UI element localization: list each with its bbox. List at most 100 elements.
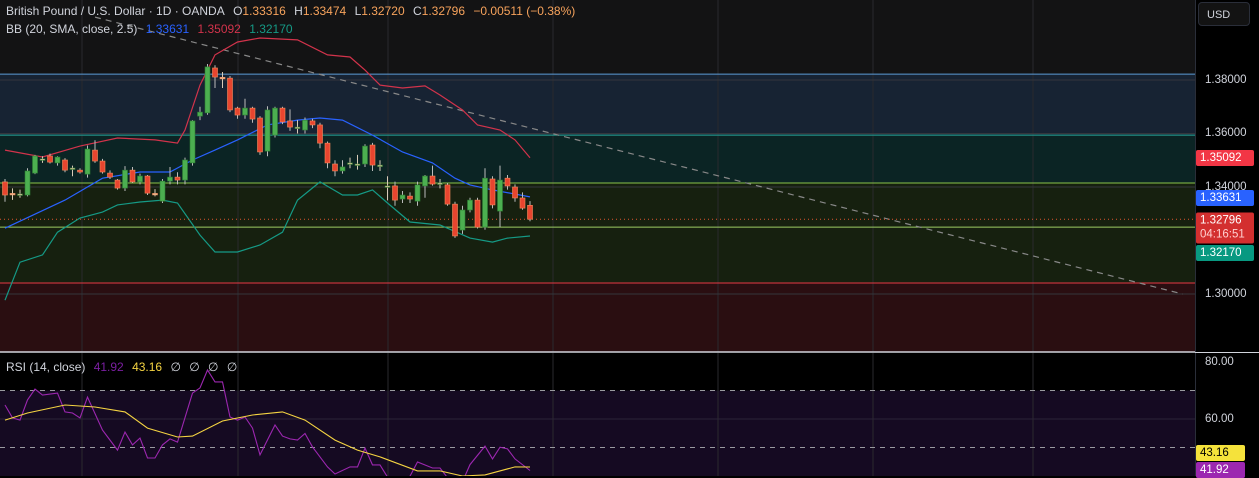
candle-body [429, 175, 436, 185]
candle-body [197, 111, 203, 117]
price-tick: 1.30000 [1205, 288, 1247, 300]
candle-body [114, 179, 121, 189]
candle-body [467, 199, 473, 211]
candle-body [302, 119, 308, 131]
candle-body [354, 163, 361, 166]
candle-body [219, 77, 226, 80]
last-price-tag: 1.32796 04:16:51 [1196, 212, 1254, 244]
bb-lower-tag: 1.32170 [1196, 245, 1254, 261]
candle-body [527, 204, 533, 220]
candle-body [294, 126, 301, 129]
chart-canvas[interactable] [0, 0, 1195, 476]
candle-body [84, 148, 91, 175]
pane-separator[interactable] [1195, 352, 1259, 353]
candle-body [272, 107, 278, 136]
rsi-extra-1: ∅ [170, 360, 181, 374]
candle-body [482, 177, 488, 228]
candle-body [92, 149, 98, 162]
candle-body [69, 167, 76, 170]
rsi-extra-4: ∅ [226, 360, 238, 374]
close-value: 1.32796 [421, 4, 466, 18]
candle-body [32, 155, 38, 174]
symbol-title: British Pound / U.S. Dollar · 1D · OANDA [6, 4, 225, 18]
candle-body [122, 169, 128, 189]
candle-body [137, 175, 143, 183]
candle-body [489, 178, 496, 206]
rsi-extra-3: ∅ [208, 360, 219, 374]
bb-legend[interactable]: BB (20, SMA, close, 2.5) 1.33631 1.35092… [6, 22, 298, 36]
candle-body [159, 180, 166, 202]
candle-body [437, 182, 443, 185]
candle-body [204, 66, 211, 114]
candle-body [347, 162, 353, 165]
bb-upper-tag: 1.35092 [1196, 150, 1254, 166]
rsi-ma-tag: 43.16 [1196, 445, 1245, 461]
candle-body [174, 176, 181, 181]
low-value: 1.32720 [361, 4, 405, 18]
candle-body [339, 166, 346, 172]
candle-body [497, 179, 503, 212]
candle-body [2, 181, 8, 196]
candle-body [459, 209, 466, 231]
zone-teal [0, 135, 1195, 183]
rsi-tick: 60.00 [1205, 413, 1234, 425]
candle-body [399, 194, 406, 200]
bb-upper-value: 1.35092 [197, 22, 241, 36]
zone-red [0, 283, 1195, 352]
candle-body [414, 184, 421, 202]
candle-body [362, 145, 368, 165]
candle-body [107, 172, 113, 178]
high-value: 1.33474 [302, 4, 347, 18]
candle-body [324, 142, 331, 164]
candle-body [129, 169, 136, 183]
candle-body [54, 156, 61, 164]
price-tick: 1.38000 [1205, 74, 1247, 86]
candle-body [152, 193, 158, 196]
candle-body [309, 120, 316, 126]
candle-body [9, 193, 16, 196]
candle-body [242, 107, 248, 116]
candle-body [287, 120, 293, 128]
candle-body [257, 117, 263, 153]
candle-body [189, 120, 196, 164]
rsi-extra-2: ∅ [189, 360, 200, 374]
candle-body [407, 195, 413, 200]
candle-body [234, 107, 241, 116]
change-value: −0.00511 (−0.38%) [473, 4, 576, 18]
rsi-band-fill [0, 390, 1195, 476]
candle-body [504, 177, 511, 187]
currency-button[interactable]: USD [1198, 2, 1250, 26]
bb-lower-value: 1.32170 [249, 22, 293, 36]
candle-body [519, 197, 526, 209]
candle-body [39, 158, 46, 161]
candle-body [474, 199, 481, 228]
open-value: 1.33316 [242, 4, 286, 18]
candle-body [17, 193, 23, 196]
candle-body [264, 109, 271, 152]
candle-body [279, 107, 286, 123]
candle-body [369, 144, 376, 166]
candle-body [144, 175, 151, 194]
rsi-label: RSI (14, close) [6, 360, 86, 374]
candle-body [444, 184, 451, 205]
price-tick: 1.36000 [1205, 127, 1247, 139]
candle-body [167, 176, 173, 182]
candle-body [212, 67, 218, 78]
candle-body [512, 186, 518, 199]
bb-basis-tag: 1.33631 [1196, 190, 1254, 206]
zone-green [0, 182, 1195, 284]
rsi-value: 41.92 [93, 360, 124, 374]
candle-body [249, 107, 256, 120]
candle-body [422, 175, 428, 187]
candle-body [452, 203, 458, 237]
last-price: 1.32796 [1200, 214, 1242, 227]
close-label: C [412, 4, 422, 18]
candle-body [384, 185, 391, 188]
candle-body [317, 124, 323, 144]
candle-body [332, 163, 338, 172]
symbol-legend: British Pound / U.S. Dollar · 1D · OANDA… [6, 4, 580, 18]
rsi-legend[interactable]: RSI (14, close) 41.92 43.16 ∅ ∅ ∅ ∅ [6, 360, 242, 374]
candle-body [62, 159, 68, 171]
candle-body [47, 155, 53, 163]
candle-body [377, 164, 383, 167]
